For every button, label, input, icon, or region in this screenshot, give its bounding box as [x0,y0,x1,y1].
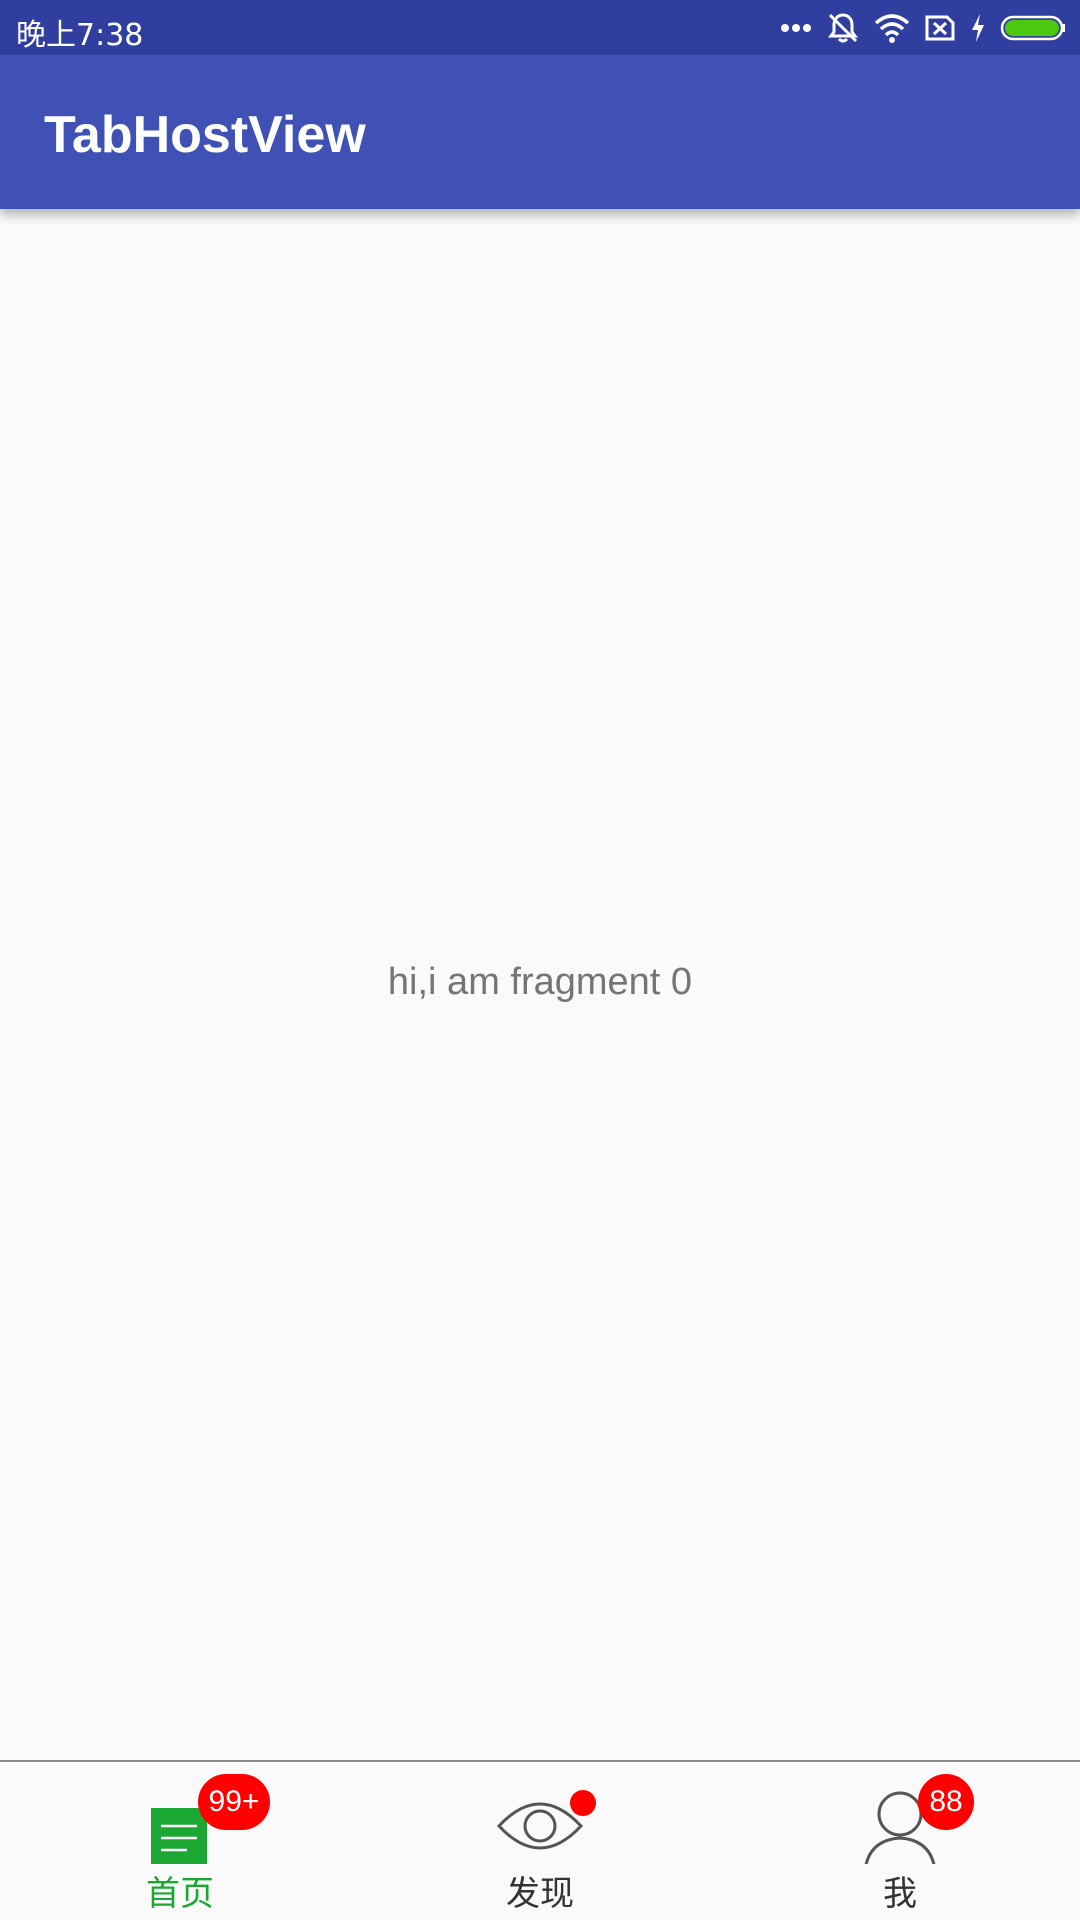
status-time: 晚上7:38 [16,18,144,53]
wifi-icon [874,13,910,43]
sim-x-icon [924,14,956,42]
app-bar: TabHostView [0,55,1080,209]
tab-home-label: 首页 [146,1874,214,1914]
tab-home-badge: 99+ [198,1774,270,1830]
fragment-content: hi,i am fragment 0 [0,209,1080,1760]
fragment-text: hi,i am fragment 0 [387,961,693,1003]
tab-discover[interactable]: 发现 [360,1762,720,1920]
battery-icon [1000,14,1066,42]
tab-home[interactable]: 99+ 首页 [0,1762,360,1920]
tab-me-badge: 88 [918,1774,974,1830]
charging-icon [970,13,986,43]
tab-discover-label: 发现 [506,1874,574,1914]
tab-me-label: 我 [883,1874,917,1914]
status-bar: 晚上7:38 [0,0,1080,55]
tab-discover-dot [570,1790,596,1816]
tab-me[interactable]: 88 我 [720,1762,1080,1920]
more-dots-icon [780,23,812,33]
status-icons [780,10,1066,46]
app-title: TabHostView [44,106,366,164]
mute-icon [826,11,860,45]
bottom-tab-bar: 99+ 首页 发现 88 我 [0,1760,1080,1920]
